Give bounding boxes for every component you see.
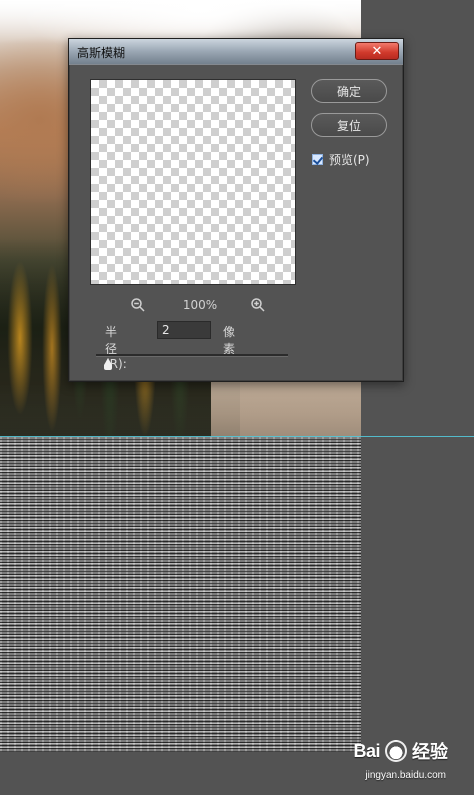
gaussian-blur-dialog: 高斯模糊 ✕ 确定 复位 预览(P) 100% 半径(R): 2 像素 bbox=[68, 38, 404, 382]
guide-line bbox=[0, 436, 474, 437]
close-button[interactable]: ✕ bbox=[355, 42, 399, 60]
radius-input[interactable]: 2 bbox=[157, 321, 211, 339]
paw-icon bbox=[385, 740, 407, 762]
radius-slider[interactable] bbox=[96, 350, 288, 370]
watermark-url: jingyan.baidu.com bbox=[365, 770, 446, 781]
checkbox-icon[interactable] bbox=[312, 154, 323, 165]
dialog-content: 确定 复位 预览(P) 100% 半径(R): 2 像素 bbox=[70, 65, 402, 380]
watermark-brand-suffix: 经验 bbox=[412, 742, 448, 762]
rocky-slope bbox=[211, 380, 361, 437]
slider-track[interactable] bbox=[96, 354, 288, 357]
reset-button[interactable]: 复位 bbox=[311, 113, 387, 137]
baidu-watermark: Bai 经验 bbox=[353, 738, 448, 764]
ok-button[interactable]: 确定 bbox=[311, 79, 387, 103]
preview-checkbox[interactable]: 预览(P) bbox=[312, 151, 370, 168]
dialog-titlebar[interactable]: 高斯模糊 ✕ bbox=[69, 39, 403, 65]
watermark-brand: Bai bbox=[353, 740, 380, 761]
zoom-controls: 100% bbox=[130, 297, 270, 313]
preview-area[interactable] bbox=[90, 79, 296, 285]
dialog-title: 高斯模糊 bbox=[77, 46, 126, 60]
close-icon: ✕ bbox=[371, 43, 383, 59]
zoom-value: 100% bbox=[182, 298, 218, 312]
noise-layer bbox=[0, 437, 361, 752]
zoom-out-icon[interactable] bbox=[130, 297, 146, 313]
zoom-in-icon[interactable] bbox=[250, 297, 266, 313]
preview-checkbox-label: 预览(P) bbox=[329, 153, 370, 167]
